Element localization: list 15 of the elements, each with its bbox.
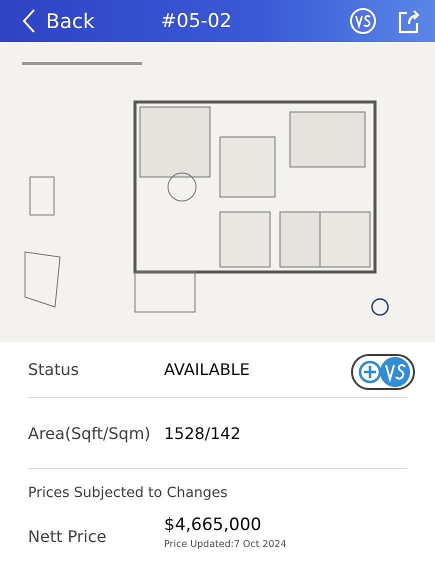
field-label: Area(Sqft/Sqm): [28, 424, 152, 442]
field-value: AVAILABLE: [164, 360, 250, 379]
price-value: $4,665,000: [164, 515, 262, 535]
share-icon[interactable]: [397, 8, 421, 34]
compare-add-button[interactable]: [351, 354, 415, 390]
compare-icon[interactable]: [349, 7, 377, 35]
field-value: 1528/142: [164, 424, 241, 442]
price-note: Prices Subjected to Changes: [28, 485, 229, 501]
back-chevron-icon: [22, 8, 36, 34]
price-updated-text: Price Updated:7 Oct 2024: [164, 539, 287, 550]
back-button[interactable]: Back: [22, 8, 95, 34]
field-label: Status: [28, 360, 80, 379]
add-compare-icon: [351, 354, 415, 390]
page-title: #05-02: [160, 10, 232, 32]
price-label: Nett Price: [28, 527, 108, 546]
